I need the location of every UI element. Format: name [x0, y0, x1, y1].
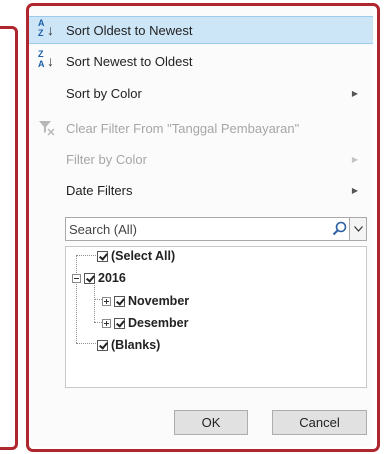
ok-button[interactable]: OK — [174, 410, 248, 435]
cancel-button[interactable]: Cancel — [272, 410, 367, 435]
filter-value-tree: (Select All) 2016 November Desember (Bla… — [65, 246, 367, 388]
tree-item-label: (Select All) — [111, 249, 176, 263]
tree-item-label: 2016 — [98, 271, 126, 285]
search-icon[interactable] — [332, 220, 348, 238]
date-filters-item[interactable]: Date Filters ▶ — [28, 176, 373, 204]
search-input[interactable] — [66, 218, 329, 240]
sort-newest-to-oldest-label: Sort Newest to Oldest — [66, 53, 193, 69]
checkbox[interactable] — [84, 272, 95, 284]
clear-filter-icon — [39, 121, 55, 136]
search-dropdown-button[interactable] — [349, 218, 366, 240]
sort-ascending-icon: A Z ↓ — [38, 18, 54, 39]
submenu-arrow-icon: ▶ — [351, 154, 359, 164]
submenu-arrow-icon: ▶ — [351, 185, 359, 195]
checkbox[interactable] — [114, 295, 125, 307]
tree-item-blanks[interactable]: (Blanks) — [97, 336, 160, 354]
sort-oldest-to-newest-label: Sort Oldest to Newest — [66, 22, 193, 38]
tree-item-month[interactable]: Desember — [102, 314, 188, 332]
checkbox[interactable] — [97, 250, 108, 262]
clear-filter-label: Clear Filter From "Tanggal Pembayaran" — [66, 120, 300, 136]
expand-icon[interactable] — [102, 318, 111, 328]
sort-descending-icon: Z A ↓ — [38, 49, 54, 70]
date-filters-label: Date Filters — [66, 182, 133, 198]
checkbox[interactable] — [97, 339, 108, 351]
expand-icon[interactable] — [102, 296, 111, 306]
sort-by-color-label: Sort by Color — [66, 85, 142, 101]
tree-item-select-all[interactable]: (Select All) — [97, 247, 175, 265]
collapse-icon[interactable] — [72, 273, 81, 283]
search-box — [65, 217, 367, 241]
tree-item-label: (Blanks) — [111, 338, 161, 352]
sort-oldest-to-newest-item[interactable]: A Z ↓ Sort Oldest to Newest — [28, 16, 373, 44]
checkbox[interactable] — [114, 317, 125, 329]
sort-by-color-item[interactable]: Sort by Color ▶ — [28, 79, 373, 107]
filter-by-color-item[interactable]: Filter by Color ▶ — [28, 145, 373, 173]
tree-item-year[interactable]: 2016 — [72, 269, 126, 287]
submenu-arrow-icon: ▶ — [351, 88, 359, 98]
tree-item-month[interactable]: November — [102, 292, 189, 310]
sort-newest-to-oldest-item[interactable]: Z A ↓ Sort Newest to Oldest — [28, 47, 373, 75]
filter-by-color-label: Filter by Color — [66, 151, 147, 167]
chevron-down-icon — [353, 226, 363, 232]
adjacent-panel-frame — [0, 26, 18, 450]
tree-item-label: Desember — [128, 316, 189, 330]
clear-filter-item[interactable]: Clear Filter From "Tanggal Pembayaran" — [28, 114, 373, 142]
tree-item-label: November — [128, 294, 190, 308]
